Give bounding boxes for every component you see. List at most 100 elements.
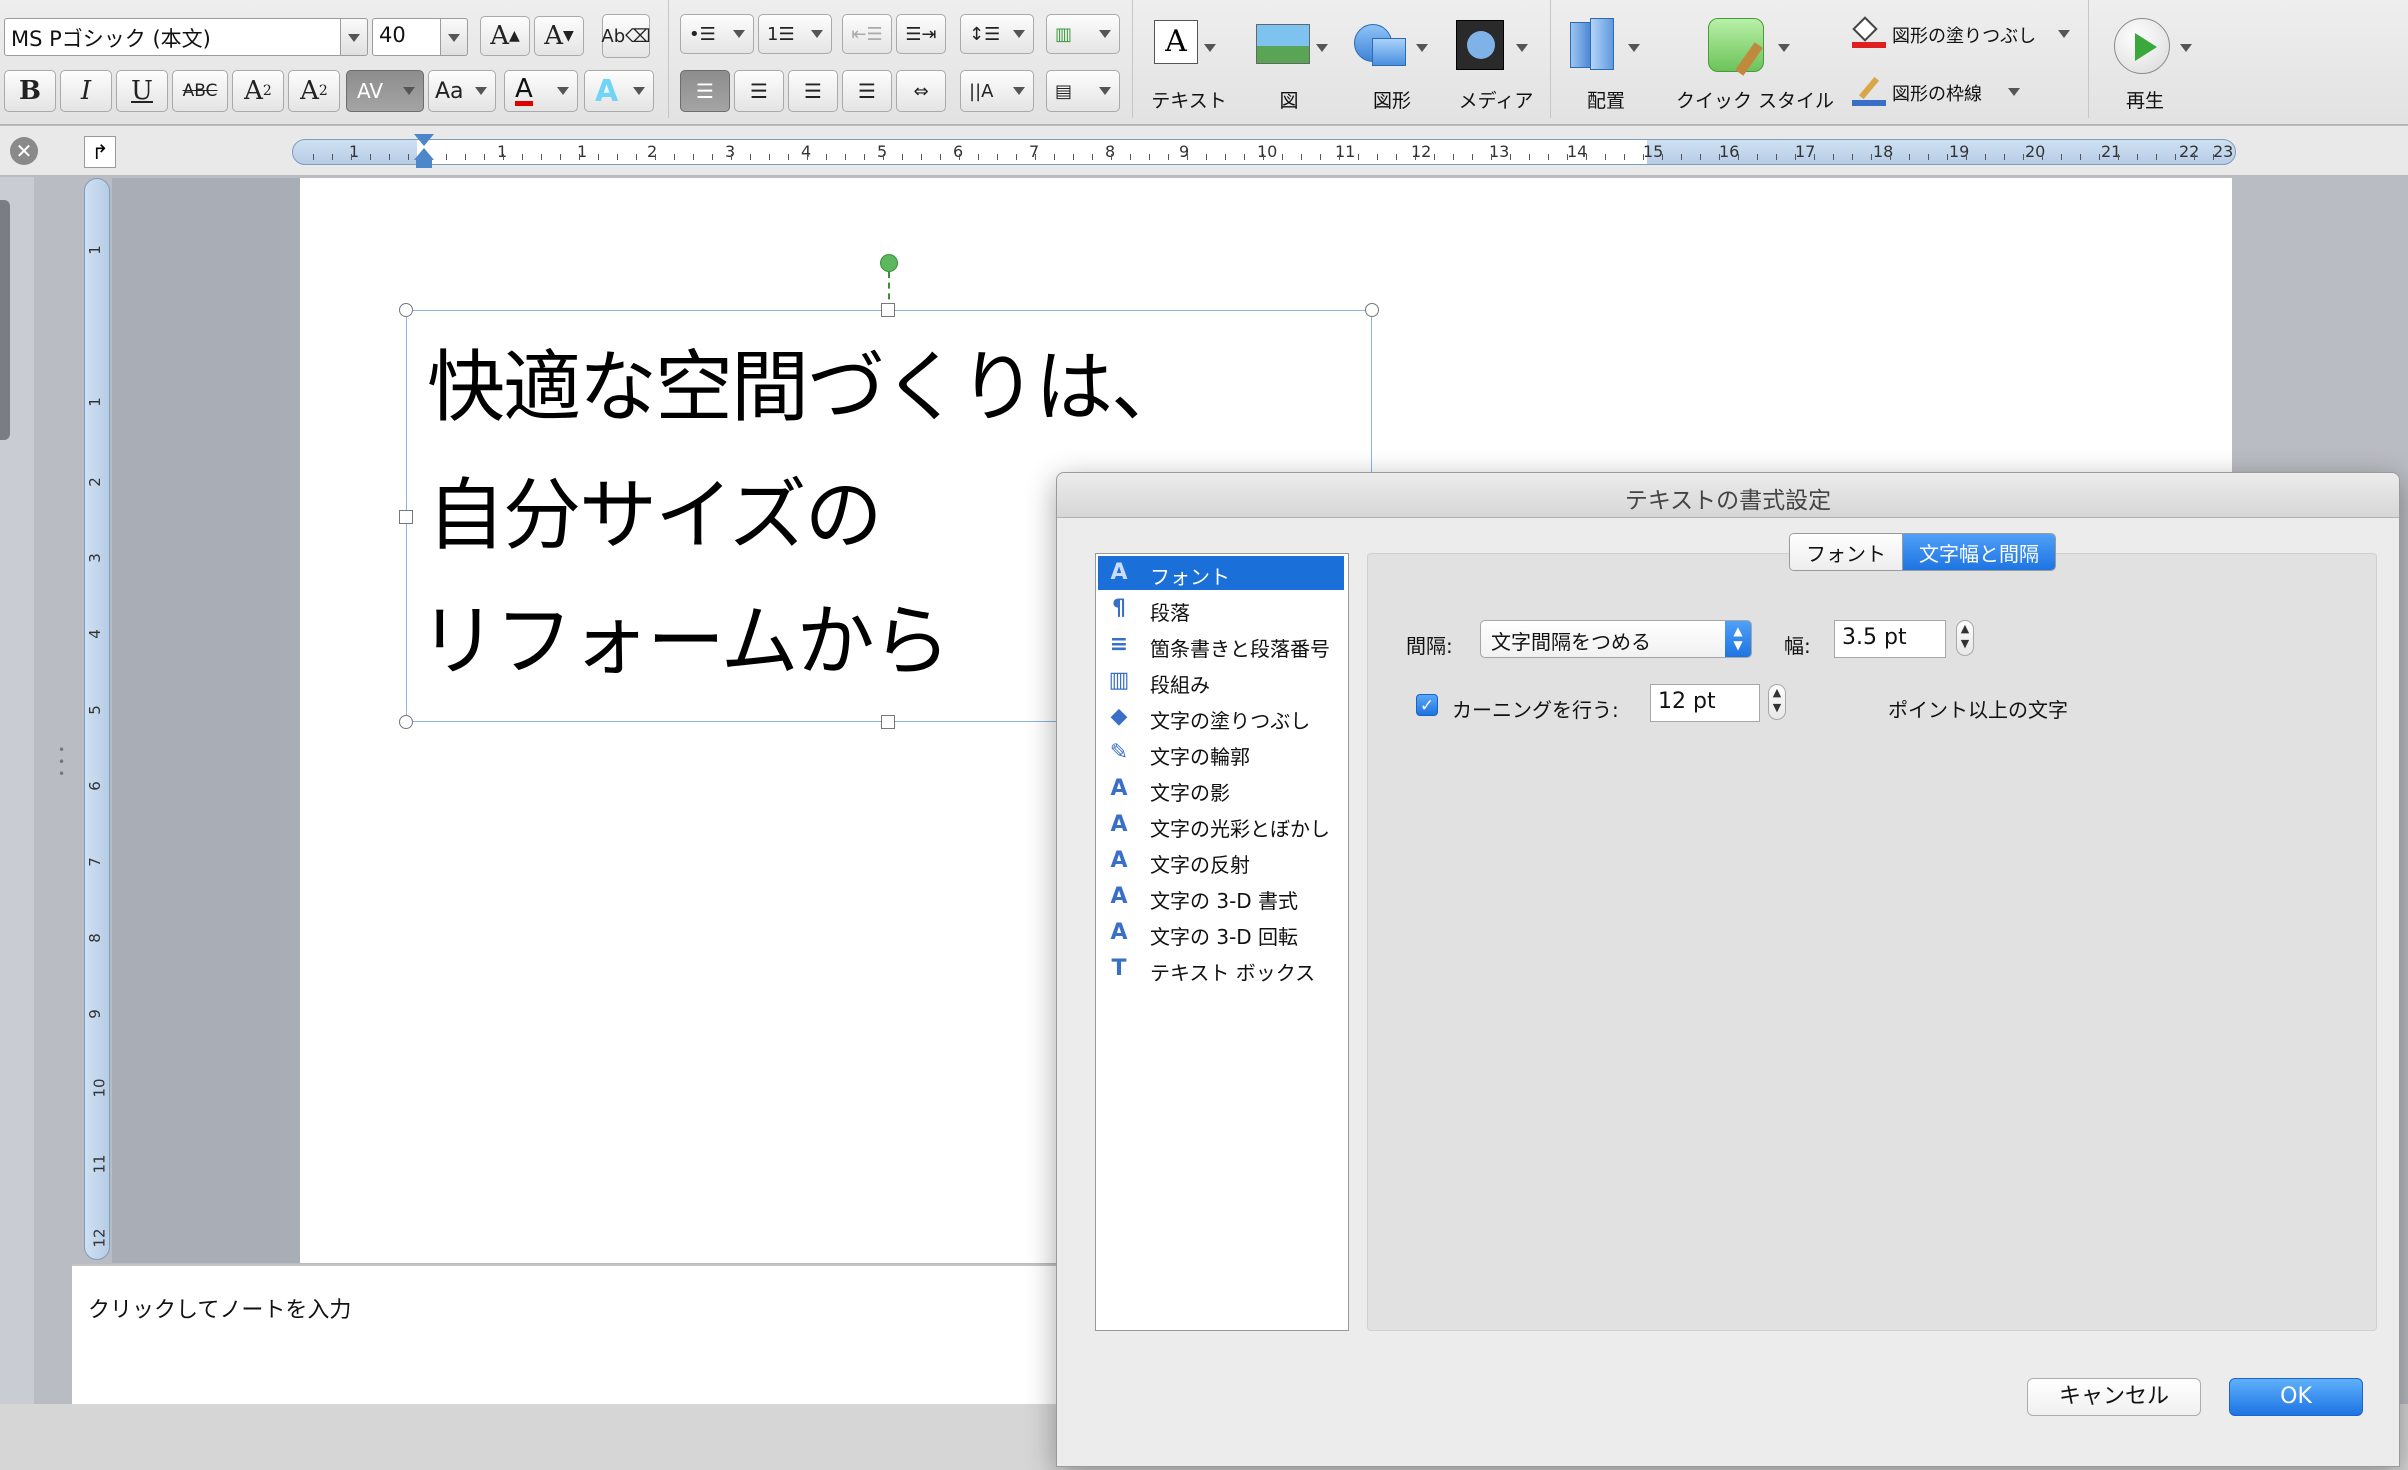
kerning-stepper[interactable]: ▲ ▼ [1768, 684, 1786, 720]
category-item[interactable]: A 文字の 3-D 回転 [1098, 916, 1344, 950]
character-spacing-button[interactable]: AV [346, 70, 424, 112]
align-center-button[interactable]: ☰ [734, 70, 784, 112]
align-text-button[interactable]: ▤ [1046, 70, 1120, 112]
indent-marker[interactable] [414, 130, 434, 170]
align-right-button[interactable]: ☰ [788, 70, 838, 112]
ruler-tick [579, 154, 580, 160]
width-stepper[interactable]: ▲ ▼ [1956, 620, 1974, 656]
width-input[interactable]: 3.5 pt [1834, 620, 1946, 658]
ruler-tick [1833, 154, 1834, 160]
category-item[interactable]: A 文字の光彩とぼかし [1098, 808, 1344, 842]
picture-insert-button[interactable] [1252, 16, 1332, 76]
category-icon: A [1110, 848, 1128, 873]
ruler-tick [1377, 154, 1378, 160]
tab-character-spacing[interactable]: 文字幅と間隔 [1902, 534, 2055, 570]
font-color-button[interactable]: A [504, 70, 578, 112]
category-item[interactable]: ¶ 段落 [1098, 592, 1344, 626]
underline-button[interactable]: U [116, 70, 168, 112]
ok-button[interactable]: OK [2229, 1378, 2363, 1416]
quick-style-label: クイック スタイル [1675, 90, 1835, 112]
notes-placeholder[interactable]: クリックしてノートを入力 [88, 1292, 351, 1324]
cancel-button[interactable]: キャンセル [2027, 1378, 2201, 1416]
category-label: 文字の影 [1150, 781, 1230, 805]
ruler-number: 14 [1567, 142, 1588, 161]
resize-handle-left[interactable] [399, 510, 413, 524]
ruler-tick [408, 154, 409, 160]
shape-outline-button[interactable]: 図形の枠線 [1848, 74, 2074, 110]
font-size-dropdown-arrow[interactable] [440, 18, 468, 56]
vertical-ruler[interactable]: 1 1 2 3 4 5 6 7 8 9 10 11 12 [84, 178, 110, 1260]
rotation-handle[interactable] [880, 254, 898, 272]
ruler-tick [465, 154, 466, 160]
shape-insert-button[interactable] [1350, 16, 1434, 76]
quick-style-button[interactable] [1704, 14, 1796, 78]
decrease-indent-button[interactable]: ⇤☰ [842, 14, 892, 54]
slide-text-line-2[interactable]: 自分サイズの [427, 453, 883, 565]
numbering-button[interactable]: 1☰ [758, 14, 832, 54]
font-name-combo[interactable]: MS Pゴシック (本文) [4, 18, 342, 56]
subscript-button[interactable]: A2 [288, 70, 340, 112]
shrink-font-button[interactable]: A ▼ [534, 16, 584, 56]
font-size-combo[interactable]: 40 [372, 18, 442, 56]
close-icon[interactable]: ✕ [10, 137, 38, 165]
tab-stop-selector[interactable]: ↱ [84, 136, 116, 168]
ruler-tick [1947, 154, 1948, 160]
spacing-popup[interactable]: 文字間隔をつめる ▲ ▼ [1480, 620, 1752, 658]
justify-button[interactable]: ☰ [842, 70, 892, 112]
category-list[interactable]: A フォント ¶ 段落 ≡ 箇条書きと段落番号 ▥ 段組み ◆ 文字の塗りつぶし ✎ 文字の輪郭 A 文字… [1095, 553, 1349, 1331]
shape-fill-button[interactable]: 図形の塗りつぶし [1848, 16, 2074, 52]
category-item[interactable]: A 文字の反射 [1098, 844, 1344, 878]
align-left-button[interactable]: ☰ [680, 70, 730, 112]
text-insert-button[interactable]: A [1150, 16, 1220, 76]
media-insert-button[interactable] [1452, 16, 1536, 76]
tab-font[interactable]: フォント [1790, 534, 1902, 570]
dropdown-arrow-icon [1628, 44, 1640, 52]
category-item[interactable]: A 文字の影 [1098, 772, 1344, 806]
slide-text-line-1[interactable]: 快適な空間づくりは、 [427, 325, 1189, 437]
strikethrough-button[interactable]: ABC [172, 70, 228, 112]
increase-indent-button[interactable]: ☰⇥ [896, 14, 946, 54]
resize-handle-top-right[interactable] [1365, 303, 1379, 317]
category-item[interactable]: A フォント [1098, 556, 1344, 590]
resize-handle-bottom[interactable] [881, 715, 895, 729]
arrange-button[interactable] [1564, 16, 1648, 76]
columns-button[interactable]: ▥ [1046, 14, 1120, 54]
ruler-tick [332, 154, 333, 160]
text-effects-button[interactable]: A [584, 70, 654, 112]
category-item[interactable]: ▥ 段組み [1098, 664, 1344, 698]
superscript-button[interactable]: A2 [232, 70, 284, 112]
resize-handle-top-left[interactable] [399, 303, 413, 317]
line-spacing-button[interactable]: ↕☰ [960, 14, 1034, 54]
ruler-tick [1491, 154, 1492, 160]
bullets-button[interactable]: •☰ [680, 14, 754, 54]
resize-handle-bottom-left[interactable] [399, 715, 413, 729]
kerning-checkbox[interactable]: ✓ [1416, 694, 1438, 716]
category-item[interactable]: T テキスト ボックス [1098, 952, 1344, 986]
tab-stop-icon: ↱ [91, 140, 109, 164]
text-direction-button[interactable]: ||A [960, 70, 1034, 112]
slide-text-line-3[interactable]: リフォームから [419, 579, 951, 691]
kerning-size-input[interactable]: 12 pt [1650, 684, 1760, 722]
category-icon: A [1110, 560, 1128, 585]
ruler-tick [1225, 154, 1226, 160]
category-item[interactable]: ◆ 文字の塗りつぶし [1098, 700, 1344, 734]
font-name-dropdown-arrow[interactable] [340, 18, 368, 56]
category-item[interactable]: ✎ 文字の輪郭 [1098, 736, 1344, 770]
horizontal-ruler[interactable]: 1 1 1 2 3 4 5 6 7 8 9 10 11 12 13 14 15 16 17 18 19 20 21 22 23 [292, 139, 2236, 165]
grow-font-button[interactable]: A ▲ [480, 16, 530, 56]
italic-button[interactable]: I [60, 70, 112, 112]
dropdown-arrow-icon [1204, 44, 1216, 52]
clear-formatting-button[interactable]: Ab⌫ [601, 14, 651, 58]
bold-button[interactable]: B [4, 70, 56, 112]
category-item[interactable]: A 文字の 3-D 書式 [1098, 880, 1344, 914]
dialog-title-bar[interactable]: テキストの書式設定 [1057, 473, 2399, 518]
resize-handle-top[interactable] [881, 303, 895, 317]
category-item[interactable]: ≡ 箇条書きと段落番号 [1098, 628, 1344, 662]
category-icon: ✎ [1109, 740, 1129, 765]
pane-resize-handle[interactable]: • • • [58, 744, 66, 784]
distribute-button[interactable]: ⇔ [896, 70, 946, 112]
stepper-up-icon: ▲ [1772, 686, 1782, 699]
change-case-button[interactable]: Aa [428, 70, 496, 112]
thumbnail-pane-edge[interactable] [0, 200, 10, 440]
play-button[interactable] [2110, 16, 2200, 78]
